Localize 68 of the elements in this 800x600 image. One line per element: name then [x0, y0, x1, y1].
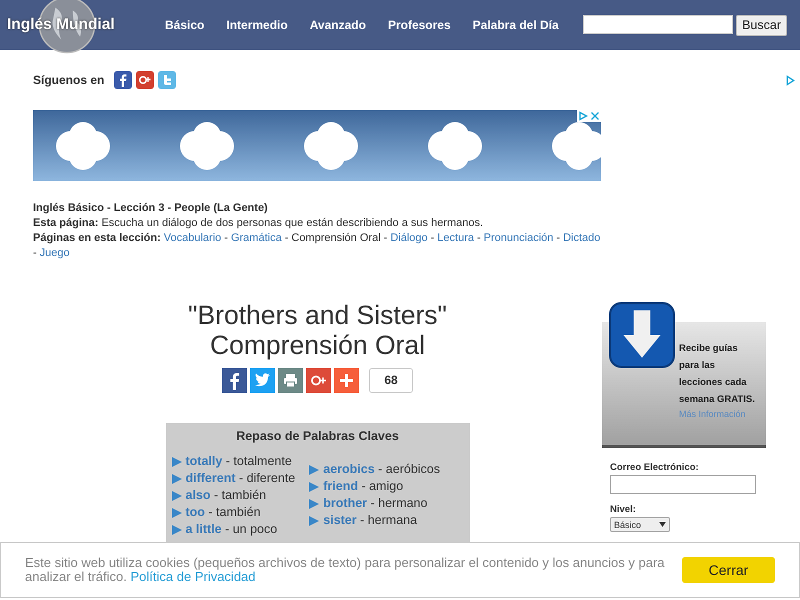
lesson-title: Inglés Básico - Lección 3 - People (La Gente)	[33, 201, 269, 216]
print-button[interactable]	[278, 368, 303, 393]
triangle-bullet-icon	[172, 508, 182, 518]
page-description: Esta página: Escucha un diálogo de dos personas que están describiendo a sus hermanos.	[33, 216, 484, 231]
caret-icon	[659, 522, 666, 527]
level-label: Nivel:	[610, 504, 637, 515]
facebook-share-button[interactable]	[222, 368, 247, 393]
page-subheading: Comprensión Oral	[210, 330, 426, 360]
triangle-bullet-icon	[309, 516, 320, 526]
email-label: Correo Electrónico:	[610, 462, 700, 473]
more-share-button[interactable]	[334, 368, 359, 393]
page-link[interactable]: Vocabulario	[164, 231, 222, 246]
keyword-entry: friend - amigo	[323, 478, 404, 495]
triangle-bullet-icon	[309, 498, 320, 508]
keyword-entry: sister - hermana	[323, 512, 418, 529]
separator: -	[284, 231, 288, 246]
email-field[interactable]	[610, 475, 756, 494]
keyword-entry: brother - hermano	[323, 495, 428, 512]
page-link[interactable]: Juego	[40, 246, 70, 261]
triangle-bullet-icon	[172, 490, 182, 500]
page-link[interactable]: Diálogo	[390, 231, 428, 246]
keywords-title: Repaso de Palabras Claves	[235, 429, 400, 443]
follow-label: Síguenos en	[33, 73, 104, 87]
page-link[interactable]: Gramática	[230, 231, 282, 246]
triangle-bullet-icon	[309, 464, 320, 474]
triangle-bullet-icon	[309, 482, 320, 492]
triangle-bullet-icon	[172, 456, 182, 466]
twitter-icon[interactable]	[158, 71, 176, 89]
search-button[interactable]: Buscar	[736, 14, 787, 36]
nav-link[interactable]: Básico	[165, 18, 204, 32]
search-field[interactable]	[583, 14, 734, 34]
nav-link[interactable]: Avanzado	[310, 18, 366, 32]
page-link[interactable]: Pronunciación	[484, 231, 554, 246]
keyword-entry: also - también	[186, 487, 266, 504]
separator: -	[556, 231, 560, 246]
separator: -	[430, 231, 434, 246]
current-page-label: Comprensión Oral	[291, 231, 381, 246]
twitter-share-button[interactable]	[250, 368, 275, 393]
google-plus-share-button[interactable]	[306, 368, 331, 393]
nav-link[interactable]: Profesores	[388, 18, 451, 32]
share-count: 68	[369, 368, 413, 393]
separator: -	[384, 231, 388, 246]
keyword-entry: different - diferente	[186, 470, 296, 487]
separator: -	[224, 231, 228, 246]
page-heading: "Brothers and Sisters"	[188, 300, 447, 330]
google-plus-icon[interactable]	[136, 71, 154, 89]
page-link[interactable]: Dictado	[563, 231, 600, 246]
keyword-entry: totally - totalmente	[186, 453, 292, 470]
page-link[interactable]: Lectura	[437, 231, 474, 246]
ad-banner[interactable]	[33, 110, 601, 181]
separator: -	[33, 246, 37, 261]
close-cookie-button[interactable]: Cerrar	[682, 557, 775, 583]
cookie-notice: Este sitio web utiliza cookies (pequeños archivos de texto) para personalizar el contenido y los anuncios y para analizar el tráfico. Política de Privacidad	[25, 556, 665, 584]
keyword-entry: aerobics - aeróbicos	[323, 461, 440, 478]
ad-choices-icon[interactable]	[578, 111, 588, 121]
pages-label: Páginas en esta lección:	[33, 231, 161, 246]
level-dropdown[interactable]: Básico	[610, 517, 670, 532]
ad-choices-icon[interactable]	[786, 74, 795, 86]
triangle-bullet-icon	[172, 474, 182, 484]
facebook-icon[interactable]	[114, 71, 132, 89]
nav-link[interactable]: Palabra del Día	[472, 18, 559, 32]
separator: -	[477, 231, 481, 246]
promo-text: Recibe guías para las lecciones cada semana GRATIS.	[679, 342, 756, 407]
keyword-entry: too - también	[186, 504, 261, 521]
triangle-bullet-icon	[172, 524, 182, 534]
keyword-entry: a little - un poco	[186, 521, 278, 538]
close-icon[interactable]	[590, 111, 600, 121]
nav-link[interactable]: Intermedio	[226, 18, 288, 32]
